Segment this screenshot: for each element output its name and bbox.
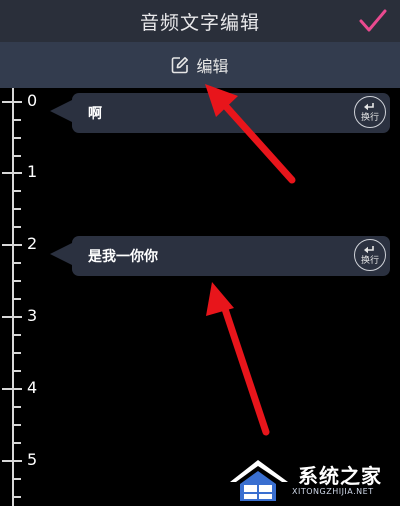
tick-minor (12, 190, 21, 192)
watermark-brand: 系统之家 (298, 464, 382, 488)
return-arrow-icon (364, 102, 374, 110)
bubble-pointer (50, 100, 72, 122)
line-break-button[interactable]: 换行 (354, 96, 386, 128)
timeline-label: 4 (27, 378, 38, 397)
tick-major (2, 388, 22, 390)
tick-minor (12, 496, 21, 498)
tick-minor (12, 442, 21, 444)
tick-minor (12, 334, 21, 336)
page-title: 音频文字编辑 (139, 11, 260, 34)
tick-minor (12, 280, 21, 282)
timeline-label: 1 (27, 162, 38, 181)
subtitle-bubble[interactable]: 是我一你你 换行 (50, 236, 390, 276)
subtitle-text: 是我一你你 (88, 249, 158, 265)
tick-major (2, 244, 22, 246)
tick-major (2, 316, 22, 318)
confirm-button[interactable] (356, 4, 390, 38)
watermark-url: XITONGZHIJIA.NET (292, 487, 374, 496)
tick-minor (12, 155, 21, 157)
subtitle-text: 啊 (88, 106, 102, 122)
subtitle-bubble[interactable]: 啊 换行 (50, 93, 390, 133)
tick-minor (12, 208, 21, 210)
line-break-label: 换行 (360, 255, 379, 266)
tick-minor (12, 119, 21, 121)
edit-label: 编辑 (196, 57, 229, 76)
line-break-label: 换行 (360, 112, 379, 123)
house-logo-icon (230, 460, 288, 501)
watermark: 系统之家 XITONGZHIJIA.NET (226, 452, 400, 506)
timeline-label: 0 (27, 91, 38, 110)
tick-major (2, 101, 22, 103)
tick-minor (12, 352, 21, 354)
checkmark-icon (359, 9, 387, 32)
tick-minor (12, 370, 21, 372)
timeline-label: 3 (27, 306, 38, 325)
top-bar: 音频文字编辑 (0, 0, 400, 42)
tick-minor (12, 478, 21, 480)
tick-minor (12, 298, 21, 300)
tick-minor (12, 137, 21, 139)
tick-minor (12, 262, 21, 264)
return-arrow-icon (364, 245, 374, 253)
tick-minor (12, 424, 21, 426)
red-arrow-up (206, 282, 270, 436)
edit-button[interactable]: 编辑 (0, 42, 400, 88)
timeline-label: 5 (27, 450, 38, 469)
line-break-button[interactable]: 换行 (354, 239, 386, 271)
tick-minor (12, 406, 21, 408)
edit-icon (172, 57, 189, 74)
tick-minor (12, 226, 21, 228)
tick-major (2, 172, 22, 174)
bubble-pointer (50, 243, 72, 265)
timeline-label: 2 (27, 234, 38, 253)
tick-major (2, 460, 22, 462)
